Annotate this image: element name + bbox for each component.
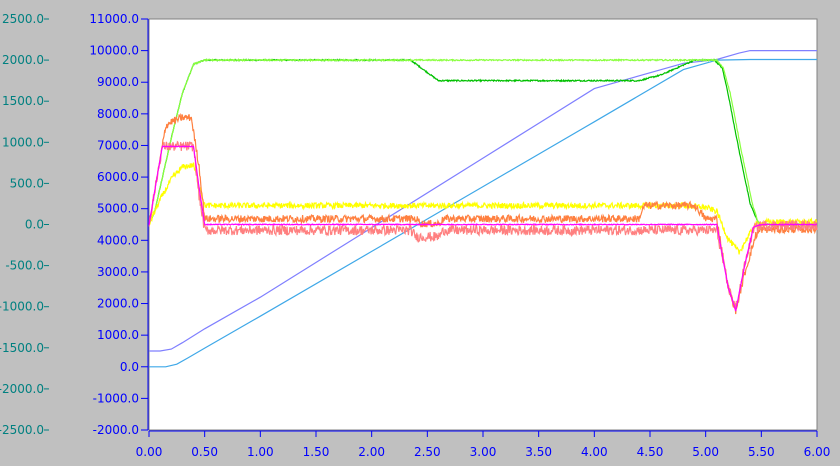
- left-tick-label: 2500.0: [2, 12, 44, 26]
- right-tick-label: 3000.0: [97, 265, 139, 279]
- right-tick-label: 4000.0: [97, 233, 139, 247]
- right-tick-label: 2000.0: [97, 297, 139, 311]
- left-tick-label: 2000.0: [2, 53, 44, 67]
- left-tick-label: -2500.0: [0, 423, 44, 437]
- right-tick-label: 6000.0: [97, 170, 139, 184]
- x-tick-label: 0.00: [136, 445, 163, 459]
- x-tick-label: 2.50: [414, 445, 441, 459]
- left-tick-label: -1500.0: [0, 341, 44, 355]
- left-tick-label: -500.0: [5, 259, 44, 273]
- right-tick-label: 8000.0: [97, 107, 139, 121]
- left-tick-label: 1500.0: [2, 94, 44, 108]
- x-tick-label: 1.00: [247, 445, 274, 459]
- left-tick-label: 0.0: [25, 218, 44, 232]
- x-tick-label: 5.50: [748, 445, 775, 459]
- left-tick-label: 500.0: [10, 176, 44, 190]
- right-tick-label: 5000.0: [97, 202, 139, 216]
- right-tick-label: 7000.0: [97, 138, 139, 152]
- right-tick-label: 9000.0: [97, 75, 139, 89]
- right-tick-label: 10000.0: [89, 44, 139, 58]
- right-tick-label: -1000.0: [93, 391, 139, 405]
- x-tick-label: 0.50: [191, 445, 218, 459]
- right-tick-label: 1000.0: [97, 328, 139, 342]
- right-tick-label: 11000.0: [89, 12, 139, 26]
- x-tick-label: 4.50: [637, 445, 664, 459]
- x-tick-label: 2.00: [358, 445, 385, 459]
- left-tick-label: -2000.0: [0, 382, 44, 396]
- x-tick-label: 6.00: [804, 445, 831, 459]
- x-tick-label: 5.00: [692, 445, 719, 459]
- x-tick-label: 1.50: [303, 445, 330, 459]
- x-tick-label: 4.00: [581, 445, 608, 459]
- left-tick-label: -1000.0: [0, 300, 44, 314]
- right-tick-label: 0.0: [120, 360, 139, 374]
- oscilloscope-chart: 2500.0 2000.0 1500.0 1000.0 500.0 0.0 -500.0 -1…: [0, 0, 840, 466]
- left-tick-label: 1000.0: [2, 135, 44, 149]
- x-tick-label: 3.00: [470, 445, 497, 459]
- right-tick-label: -2000.0: [93, 423, 139, 437]
- x-tick-label: 3.50: [525, 445, 552, 459]
